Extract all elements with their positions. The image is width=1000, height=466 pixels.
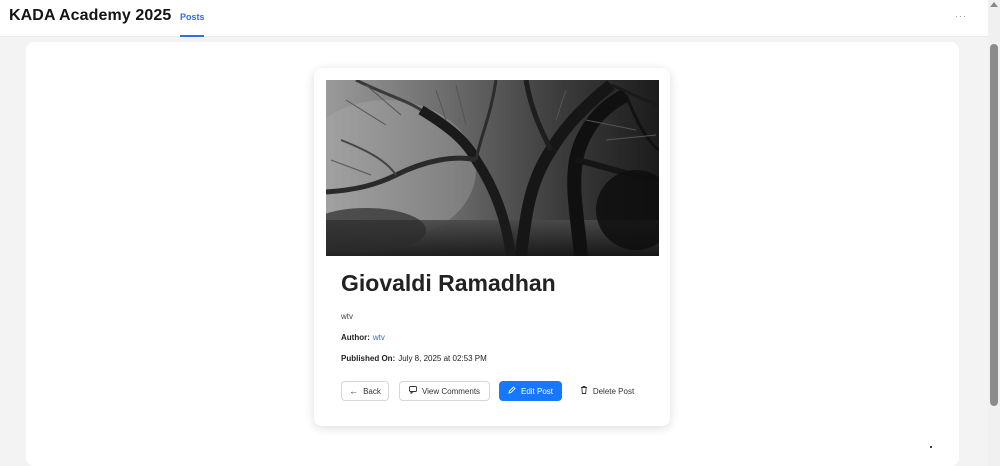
published-value: July 8, 2025 at 02:53 PM	[398, 354, 487, 363]
arrow-left-icon: ←	[349, 385, 359, 396]
edit-post-button[interactable]: Edit Post	[499, 381, 562, 401]
top-navbar: KADA Academy 2025 Posts ···	[0, 0, 988, 37]
post-body-text: wtv	[341, 312, 353, 321]
edit-post-label: Edit Post	[520, 386, 553, 396]
back-button-label: Back	[363, 386, 381, 396]
published-label: Published On:	[341, 354, 396, 363]
post-title: Giovaldi Ramadhan	[341, 270, 556, 296]
more-menu-icon[interactable]: ···	[955, 11, 967, 21]
nav-tab-posts[interactable]: Posts	[180, 12, 205, 22]
view-comments-button[interactable]: View Comments	[399, 381, 490, 401]
trash-icon	[580, 386, 588, 396]
scrollbar-thumb[interactable]	[990, 44, 998, 406]
brand-title[interactable]: KADA Academy 2025	[9, 7, 171, 25]
scroll-up-arrow-icon[interactable]	[990, 2, 998, 7]
post-cover-image	[326, 80, 659, 256]
pencil-icon	[508, 386, 516, 396]
back-button[interactable]: ← Back	[341, 381, 389, 401]
page-scrollbar[interactable]	[988, 0, 1000, 466]
nav-active-indicator	[180, 35, 204, 37]
author-link[interactable]: wtv	[373, 333, 385, 342]
delete-post-button[interactable]: Delete Post	[572, 381, 642, 401]
post-published-date: Published On: July 8, 2025 at 02:53 PM	[341, 354, 487, 363]
author-label: Author:	[341, 333, 370, 342]
view-comments-label: View Comments	[421, 386, 481, 396]
post-author: Author: wtv	[341, 333, 385, 342]
stray-dot	[930, 446, 932, 448]
comment-icon	[409, 386, 417, 396]
post-card: Giovaldi Ramadhan wtv Author: wtv Publish…	[314, 68, 670, 426]
delete-post-label: Delete Post	[592, 386, 635, 396]
